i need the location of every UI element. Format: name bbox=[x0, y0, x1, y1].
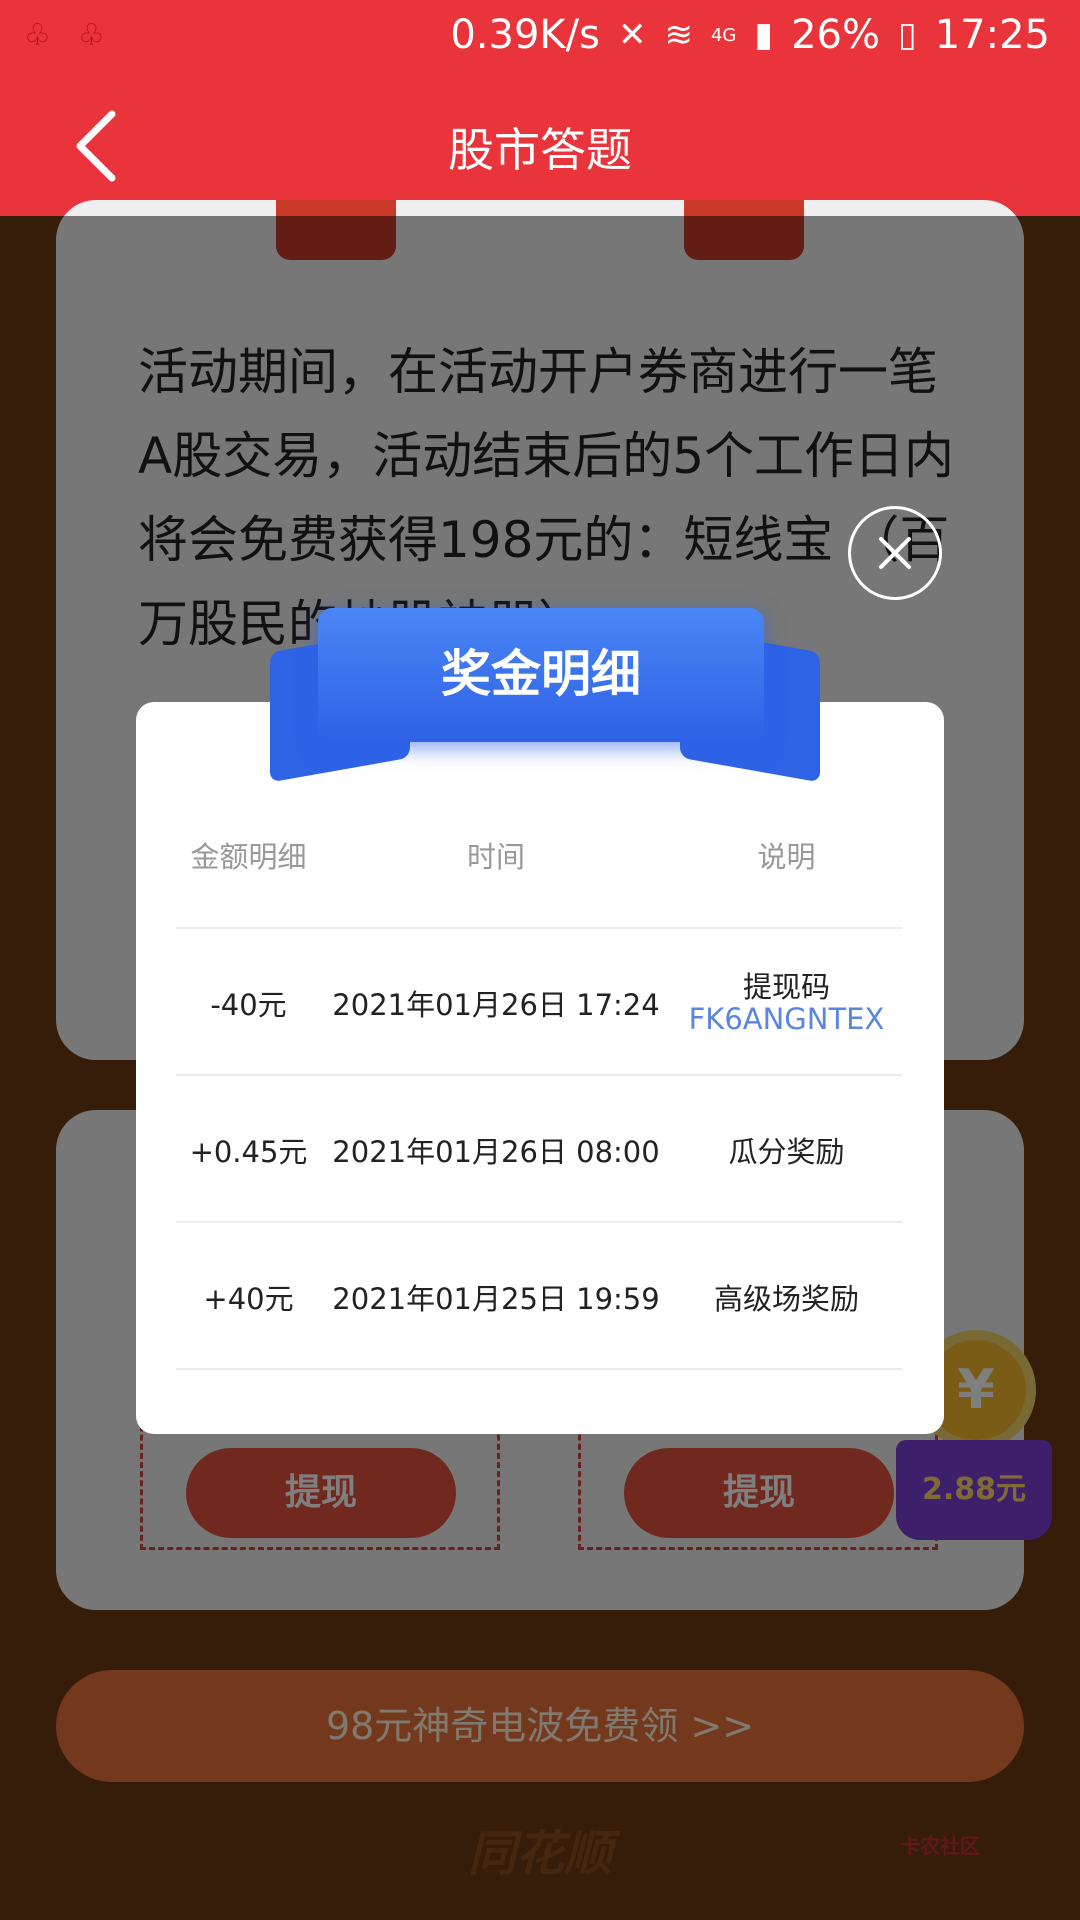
notification-icons: ♧ ♧ bbox=[24, 18, 118, 54]
app-header: 股市答题 bbox=[0, 76, 1080, 216]
row-amount: -40元 bbox=[210, 988, 287, 1022]
modal-title: 奖金明细 bbox=[441, 645, 641, 703]
row-time: 2021年01月25日 19:59 bbox=[332, 1282, 660, 1316]
row-amount: +40元 bbox=[203, 1282, 294, 1316]
divider bbox=[176, 1368, 902, 1370]
withdraw-code[interactable]: FK6ANGNTEX bbox=[671, 1002, 902, 1036]
divider bbox=[176, 927, 902, 929]
column-header-time: 时间 bbox=[466, 840, 525, 874]
wifi-icon: ≋ bbox=[664, 15, 693, 55]
mute-icon: ✕ bbox=[617, 15, 647, 55]
clock: 17:25 bbox=[934, 12, 1050, 58]
bonus-detail-modal bbox=[136, 702, 944, 1434]
row-time: 2021年01月26日 17:24 bbox=[332, 988, 660, 1022]
battery-percent: 26% bbox=[791, 12, 880, 58]
status-right: 0.39K/s ✕ ≋ 4G ▮ 26% ▯ 17:25 bbox=[450, 12, 1050, 58]
row-time: 2021年01月26日 08:00 bbox=[332, 1135, 660, 1169]
app-notification-icon: ♧ bbox=[24, 18, 51, 53]
signal-icon: ▮ bbox=[754, 15, 774, 55]
battery-icon: ▯ bbox=[898, 15, 917, 55]
divider bbox=[176, 1074, 902, 1076]
close-icon bbox=[879, 537, 911, 569]
page-title: 股市答题 bbox=[448, 123, 632, 177]
row-desc: 瓜分奖励 bbox=[728, 1135, 845, 1169]
network-speed: 0.39K/s bbox=[450, 12, 600, 58]
column-header-amount: 金额明细 bbox=[190, 840, 307, 874]
row-desc: 提现码 bbox=[742, 970, 830, 1004]
column-header-desc: 说明 bbox=[757, 840, 816, 874]
status-bar: ♧ ♧ 0.39K/s ✕ ≋ 4G ▮ 26% ▯ 17:25 bbox=[0, 0, 1080, 76]
row-amount: +0.45元 bbox=[189, 1135, 308, 1169]
network-type: 4G bbox=[710, 24, 737, 46]
app-notification-icon: ♧ bbox=[78, 18, 105, 53]
close-button[interactable] bbox=[848, 506, 942, 600]
row-desc: 高级场奖励 bbox=[713, 1282, 859, 1316]
divider bbox=[176, 1221, 902, 1223]
